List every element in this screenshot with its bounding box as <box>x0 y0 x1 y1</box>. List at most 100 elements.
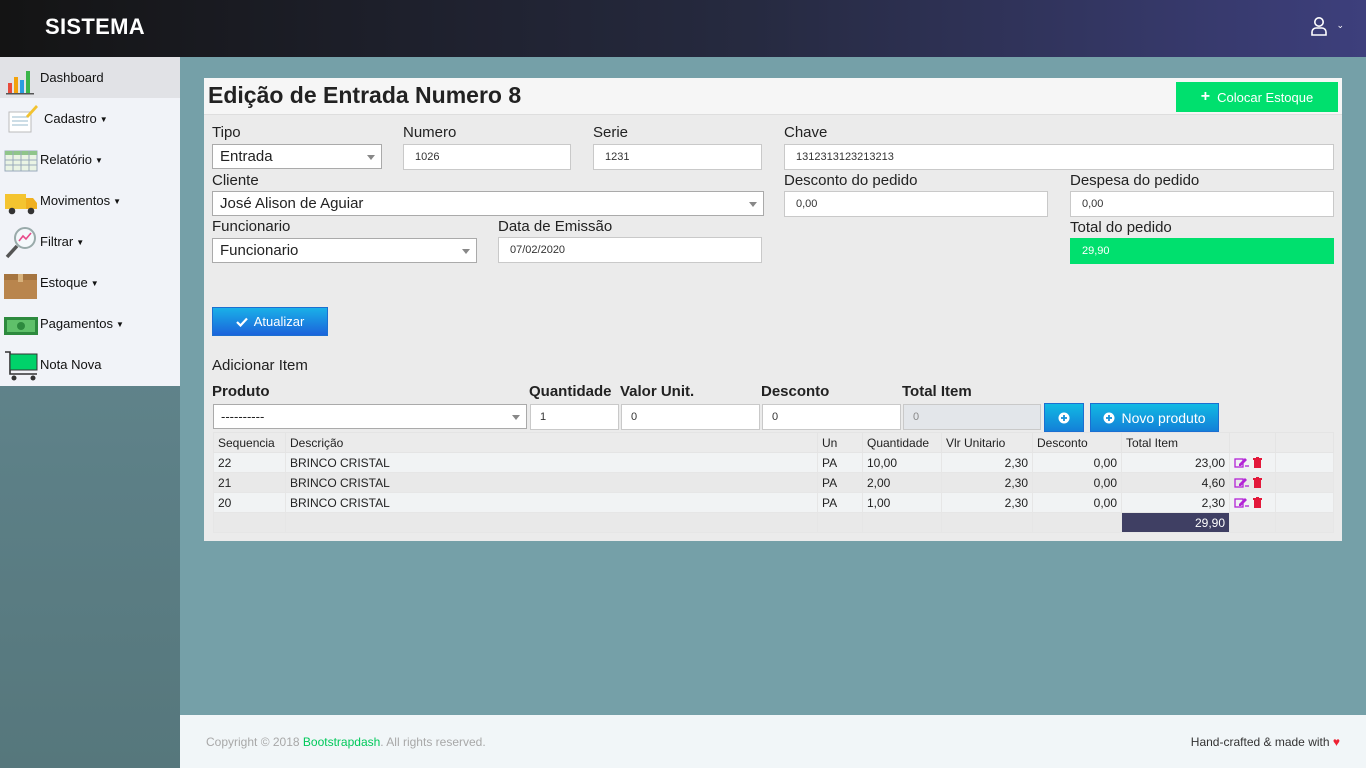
col-header-actions <box>1229 432 1276 453</box>
plus-icon: + <box>1200 88 1211 105</box>
produto-value: ---------- <box>221 409 265 424</box>
chave-input[interactable]: 1312313123213213 <box>784 144 1334 170</box>
cell-empty <box>213 512 286 533</box>
app-brand[interactable]: SISTEMA <box>45 14 145 40</box>
chevron-down-icon[interactable]: ⌄ <box>1336 20 1344 31</box>
colocar-estoque-button[interactable]: + Colocar Estoque <box>1176 82 1338 112</box>
sidebar-item-label: Pagamentos ▼ <box>40 316 124 331</box>
desconto-item-label: Desconto <box>761 383 830 400</box>
tipo-value: Entrada <box>220 148 273 165</box>
atualizar-button[interactable]: Atualizar <box>212 307 328 336</box>
sidebar-item-cadastro[interactable]: Cadastro ▼ <box>0 98 180 139</box>
cell-total-item: 2,30 <box>1121 492 1230 513</box>
cell-actions <box>1229 452 1276 473</box>
serie-input[interactable]: 1231 <box>593 144 762 170</box>
total-pedido-label: Total do pedido <box>1070 219 1172 236</box>
add-item-button[interactable] <box>1044 403 1084 432</box>
truck-icon <box>5 193 37 214</box>
cell-vlr-unitario: 2,30 <box>941 472 1033 493</box>
items-table: Sequencia Descrição Un Quantidade Vlr Un… <box>213 432 1334 533</box>
plus-circle-icon <box>1058 412 1070 423</box>
edit-icon[interactable] <box>1234 497 1249 508</box>
data-emissao-input[interactable]: 07/02/2020 <box>498 237 762 263</box>
spreadsheet-icon <box>4 150 38 171</box>
caret-down-icon: ▼ <box>99 115 108 124</box>
sidebar-item-label: Estoque ▼ <box>40 275 99 290</box>
sidebar: Dashboard Cadastro ▼ Relatório ▼ Movimento… <box>0 57 180 386</box>
sidebar-item-estoque[interactable]: Estoque ▼ <box>0 262 180 303</box>
edit-icon[interactable] <box>1234 457 1249 468</box>
chave-label: Chave <box>784 124 828 141</box>
valor-unit-input[interactable]: 0 <box>621 404 760 430</box>
dropdown-arrow-icon <box>462 249 470 254</box>
desconto-pedido-input[interactable]: 0,00 <box>784 191 1048 217</box>
total-item-input: 0 <box>903 404 1041 430</box>
colocar-estoque-label: Colocar Estoque <box>1217 89 1314 105</box>
cell-empty <box>1275 472 1334 493</box>
cliente-select[interactable]: José Alison de Aguiar <box>212 191 764 216</box>
col-header-quantidade: Quantidade <box>862 432 942 453</box>
cliente-value: José Alison de Aguiar <box>220 195 364 212</box>
sidebar-item-filtrar[interactable]: Filtrar ▼ <box>0 221 180 262</box>
cell-empty <box>941 512 1033 533</box>
table-header-row: Sequencia Descrição Un Quantidade Vlr Un… <box>213 432 1334 453</box>
cart-icon <box>5 350 38 380</box>
sidebar-item-label: Movimentos ▼ <box>40 193 121 208</box>
user-menu[interactable]: ⌄ <box>1310 16 1344 36</box>
cell-quantidade: 10,00 <box>862 452 942 473</box>
desconto-item-input[interactable]: 0 <box>762 404 901 430</box>
cell-vlr-unitario: 2,30 <box>941 492 1033 513</box>
col-header-desconto: Desconto <box>1032 432 1122 453</box>
funcionario-value: Funcionario <box>220 242 299 259</box>
caret-down-icon: ▼ <box>90 279 99 288</box>
bar-chart-icon <box>6 70 34 94</box>
tipo-select[interactable]: Entrada <box>212 144 382 169</box>
sidebar-item-movimentos[interactable]: Movimentos ▼ <box>0 180 180 221</box>
edit-icon[interactable] <box>1234 477 1249 488</box>
footer-credit: Hand-crafted & made with ♥ <box>1191 735 1340 749</box>
produto-select[interactable]: ---------- <box>213 404 527 429</box>
cell-desconto: 0,00 <box>1032 472 1122 493</box>
sidebar-item-label: Nota Nova <box>40 357 102 372</box>
despesa-pedido-input[interactable]: 0,00 <box>1070 191 1334 217</box>
cell-empty <box>1275 492 1334 513</box>
page-title: Edição de Entrada Numero 8 <box>208 82 522 108</box>
cell-empty <box>862 512 942 533</box>
quantidade-input[interactable]: 1 <box>530 404 619 430</box>
table-row: 21 BRINCO CRISTAL PA 2,00 2,30 0,00 4,60 <box>213 472 1334 493</box>
cell-vlr-unitario: 2,30 <box>941 452 1033 473</box>
cell-empty <box>1229 512 1276 533</box>
cliente-label: Cliente <box>212 172 259 189</box>
trash-icon[interactable] <box>1253 497 1262 508</box>
footer: Copyright © 2018 Bootstrapdash. All righ… <box>180 715 1366 768</box>
funcionario-select[interactable]: Funcionario <box>212 238 477 263</box>
numero-input[interactable]: 1026 <box>403 144 571 170</box>
sidebar-item-label: Relatório ▼ <box>40 152 103 167</box>
trash-icon[interactable] <box>1253 457 1262 468</box>
footer-copyright: Copyright © 2018 Bootstrapdash. All righ… <box>206 735 486 749</box>
caret-down-icon: ▼ <box>76 238 85 247</box>
col-header-descricao: Descrição <box>285 432 818 453</box>
box-icon <box>4 273 37 299</box>
copyright-prefix: Copyright © 2018 <box>206 735 303 749</box>
dropdown-arrow-icon <box>749 202 757 207</box>
cell-desconto: 0,00 <box>1032 492 1122 513</box>
sidebar-item-relatorio[interactable]: Relatório ▼ <box>0 139 180 180</box>
caret-down-icon: ▼ <box>95 156 103 165</box>
novo-produto-button[interactable]: Novo produto <box>1090 403 1219 432</box>
despesa-pedido-label: Despesa do pedido <box>1070 172 1200 189</box>
table-row: 22 BRINCO CRISTAL PA 10,00 2,30 0,00 23,… <box>213 452 1334 473</box>
notepad-icon <box>8 104 38 132</box>
sidebar-item-pagamentos[interactable]: Pagamentos ▼ <box>0 303 180 344</box>
sidebar-item-dashboard[interactable]: Dashboard <box>0 57 180 98</box>
card-header: Edição de Entrada Numero 8 + Colocar Est… <box>204 78 1342 115</box>
bootstrapdash-link[interactable]: Bootstrapdash <box>303 735 380 749</box>
money-icon <box>4 316 38 335</box>
col-header-empty <box>1275 432 1334 453</box>
sidebar-item-nota-nova[interactable]: Nota Nova <box>0 344 180 385</box>
cell-empty <box>1275 512 1334 533</box>
trash-icon[interactable] <box>1253 477 1262 488</box>
user-icon[interactable] <box>1310 16 1328 36</box>
novo-produto-label: Novo produto <box>1121 409 1206 426</box>
quantidade-label: Quantidade <box>529 383 612 400</box>
